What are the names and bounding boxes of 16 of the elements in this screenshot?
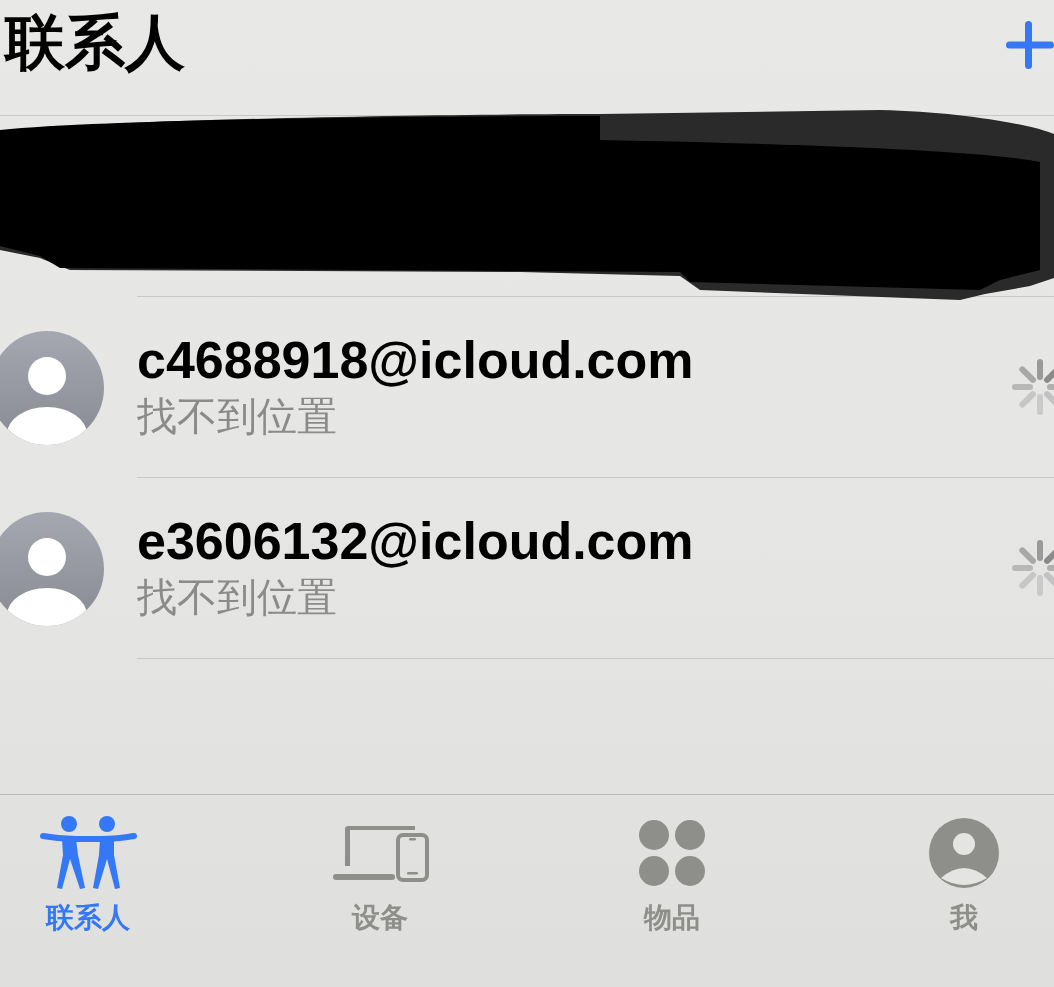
page-title: 联系人 [3,6,186,78]
tab-button[interactable]: 我 [876,795,1052,987]
tab-button[interactable]: 物品 [584,795,760,987]
four-dots-icon [638,819,706,887]
contact-status: 找不到位置 [137,573,338,622]
avatar-icon [0,329,104,446]
add-icon[interactable] [1006,21,1054,69]
tab-button[interactable]: 联系人 [0,795,176,987]
contact-email: e3606132@icloud.com [137,513,694,569]
laptop-phone-icon [331,824,429,882]
tab-button[interactable]: 设备 [292,795,468,987]
person-circle-icon [929,818,999,888]
contact-email: c4688918@icloud.com [137,332,694,388]
people-icon [39,815,137,891]
contact-status: 找不到位置 [137,392,338,441]
avatar-icon [0,510,104,627]
